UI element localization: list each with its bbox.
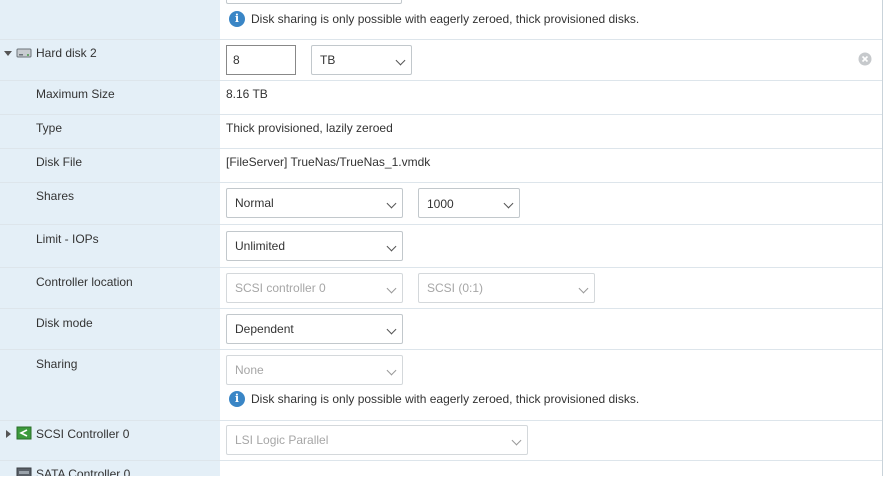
disk-file-row: Disk File [FileServer] TrueNas/TrueNas_1… bbox=[0, 149, 882, 183]
chevron-down-icon bbox=[386, 241, 397, 252]
controller-location-label: Controller location bbox=[36, 275, 133, 289]
shares-level-select[interactable]: Normal bbox=[226, 188, 403, 218]
disk-mode-value: Dependent bbox=[235, 322, 294, 336]
limit-iops-label: Limit - IOPs bbox=[36, 232, 99, 246]
previous-sharing-row: i Disk sharing is only possible with eag… bbox=[0, 0, 882, 40]
limit-iops-value: Unlimited bbox=[235, 239, 286, 253]
disk-mode-label: Disk mode bbox=[36, 316, 93, 330]
expand-arrow-icon[interactable] bbox=[6, 430, 11, 438]
shares-value: 1000 bbox=[427, 197, 454, 211]
scsi-controller-row: SCSI Controller 0 LSI Logic Parallel bbox=[0, 421, 882, 461]
shares-level-value: Normal bbox=[235, 196, 274, 210]
chevron-down-icon bbox=[511, 435, 522, 446]
shares-row: Shares Normal 1000 bbox=[0, 183, 882, 225]
scsi-controller-icon bbox=[16, 426, 32, 440]
controller-slot-value: SCSI (0:1) bbox=[427, 281, 484, 295]
controller-select[interactable]: SCSI controller 0 bbox=[226, 273, 403, 303]
chevron-down-icon bbox=[578, 283, 589, 294]
collapse-arrow-icon[interactable] bbox=[4, 51, 12, 56]
max-size-value: 8.16 TB bbox=[226, 87, 268, 101]
scsi-controller-label: SCSI Controller 0 bbox=[36, 427, 130, 441]
type-value: Thick provisioned, lazily zeroed bbox=[226, 121, 393, 135]
controller-slot-select[interactable]: SCSI (0:1) bbox=[418, 273, 595, 303]
chevron-down-icon bbox=[386, 324, 397, 335]
disk-file-value: [FileServer] TrueNas/TrueNas_1.vmdk bbox=[226, 155, 431, 169]
hard-disk-icon bbox=[16, 48, 32, 58]
info-icon: i bbox=[229, 11, 245, 27]
type-label: Type bbox=[36, 121, 63, 135]
chevron-down-icon bbox=[395, 55, 406, 66]
type-row: Type Thick provisioned, lazily zeroed bbox=[0, 115, 882, 149]
scsi-controller-type-select[interactable]: LSI Logic Parallel bbox=[226, 425, 528, 455]
sharing-info-text: Disk sharing is only possible with eager… bbox=[251, 392, 640, 406]
disk-mode-row: Disk mode Dependent bbox=[0, 309, 882, 350]
max-size-row: Maximum Size 8.16 TB bbox=[0, 81, 882, 115]
sata-controller-icon bbox=[16, 467, 32, 476]
hard-disk-row: Hard disk 2 8 TB bbox=[0, 40, 882, 81]
chevron-down-icon bbox=[386, 283, 397, 294]
disk-file-label: Disk File bbox=[36, 155, 83, 169]
disk-size-unit-select[interactable]: TB bbox=[311, 45, 412, 75]
controller-location-row: Controller location SCSI controller 0 SC… bbox=[0, 268, 882, 309]
sharing-value: None bbox=[235, 363, 264, 377]
limit-iops-select[interactable]: Unlimited bbox=[226, 231, 403, 261]
info-icon: i bbox=[229, 391, 245, 407]
shares-label: Shares bbox=[36, 189, 75, 203]
sata-controller-label: SATA Controller 0 bbox=[36, 467, 131, 476]
chevron-down-icon bbox=[503, 198, 514, 209]
disk-size-input[interactable]: 8 bbox=[226, 45, 296, 75]
scsi-controller-type-value: LSI Logic Parallel bbox=[235, 433, 329, 447]
max-size-label: Maximum Size bbox=[36, 87, 115, 101]
shares-value-select[interactable]: 1000 bbox=[418, 188, 520, 218]
controller-value: SCSI controller 0 bbox=[235, 281, 326, 295]
panel-right-border bbox=[882, 0, 883, 476]
chevron-down-icon bbox=[386, 365, 397, 376]
remove-disk-icon[interactable] bbox=[858, 52, 872, 66]
disk-size-unit-value: TB bbox=[320, 53, 336, 67]
sharing-row: Sharing None i Disk sharing is only poss… bbox=[0, 350, 882, 421]
sharing-info-text: Disk sharing is only possible with eager… bbox=[251, 12, 640, 26]
chevron-down-icon bbox=[386, 198, 397, 209]
sharing-select[interactable]: None bbox=[226, 355, 403, 385]
sharing-label: Sharing bbox=[36, 357, 78, 371]
hard-disk-label: Hard disk 2 bbox=[36, 46, 97, 60]
limit-iops-row: Limit - IOPs Unlimited bbox=[0, 225, 882, 268]
vm-hardware-settings-panel: i Disk sharing is only possible with eag… bbox=[0, 0, 882, 476]
disk-mode-select[interactable]: Dependent bbox=[226, 314, 403, 344]
previous-sharing-select[interactable] bbox=[226, 0, 402, 4]
sata-controller-row: SATA Controller 0 bbox=[0, 461, 882, 476]
